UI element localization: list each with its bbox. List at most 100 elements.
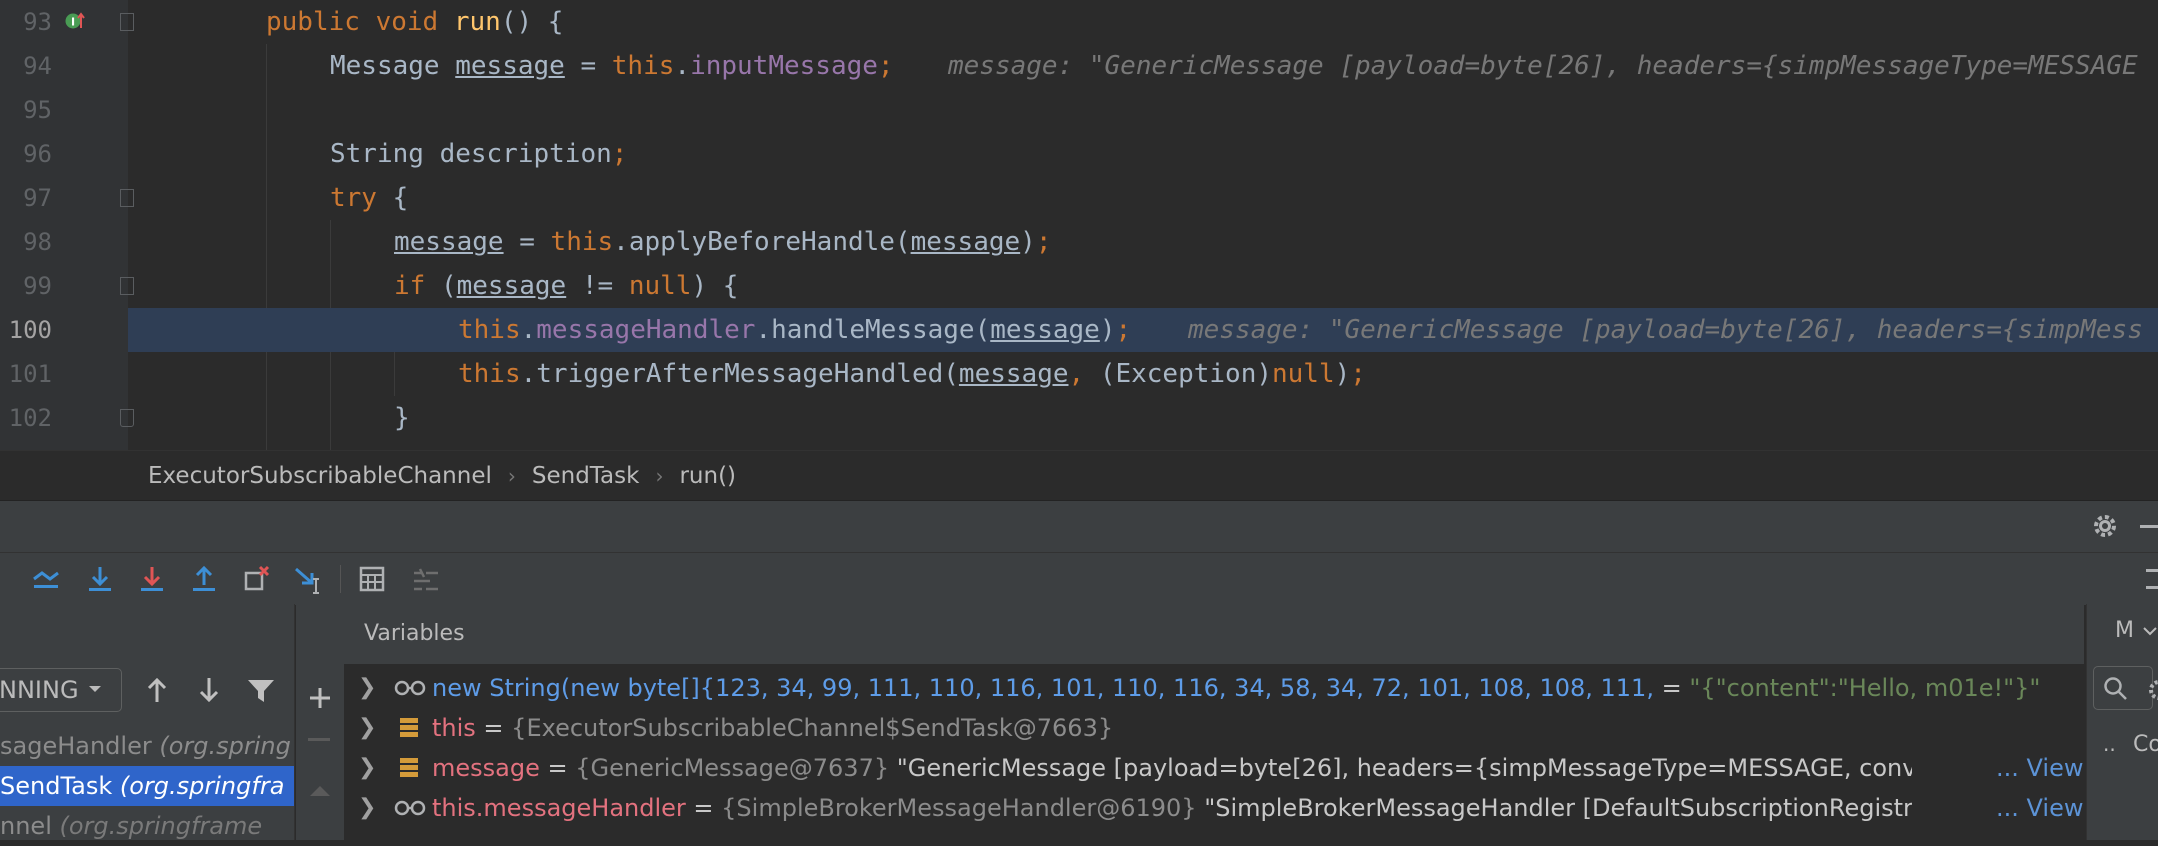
breadcrumb-separator: › [507,463,516,488]
variable: message [958,359,1069,389]
variable-row[interactable]: ❯ message = {GenericMessage@7637} "Gener… [344,748,2084,788]
search-input[interactable] [2093,666,2153,710]
fold-marker-icon[interactable] [120,277,134,295]
code-line-99[interactable]: 99 if (message != null) { [0,264,2158,308]
variable-reference: {GenericMessage@7637} [575,754,897,782]
frame-row[interactable]: sageHandler (org.spring [0,726,294,766]
layout-icon[interactable] [2146,569,2158,589]
code-line-98[interactable]: 98 message = this.applyBeforeHandle(mess… [0,220,2158,264]
drop-frame-icon[interactable] [240,563,272,595]
field-name: inputMessage [690,51,878,81]
step-over-icon[interactable] [84,563,116,595]
filter-icon[interactable] [246,678,276,708]
code-line-102[interactable]: 102 } [0,396,2158,440]
minimize-icon[interactable] [2140,525,2158,528]
code-text: . [674,51,691,81]
expand-arrow-icon[interactable]: ❯ [358,748,376,788]
frame-package: (org.spring [159,732,291,760]
variable-reference: {SimpleBrokerMessageHandler@6190} [721,794,1205,822]
trace-stream-icon[interactable] [410,563,442,595]
memory-tab[interactable]: M [2115,618,2134,643]
watch-glasses-icon [394,668,426,708]
code-text: ; [611,139,628,169]
line-number: 96 [23,140,52,168]
line-number: 97 [23,184,52,212]
line-number: 93 [23,8,52,36]
keyword: if [394,271,426,301]
step-out-icon[interactable] [188,563,220,595]
add-watch-icon[interactable] [308,686,332,714]
run-to-cursor-icon[interactable] [292,563,324,595]
move-up-icon[interactable] [308,782,332,802]
thread-state: NNING [0,676,79,704]
fold-marker-icon[interactable] [120,189,134,207]
variable-value: {ExecutorSubscribableChannel$SendTask@76… [511,714,1114,742]
fold-marker-icon[interactable] [120,409,134,427]
variable: message [394,227,504,257]
gear-icon[interactable] [2090,511,2120,541]
chevron-down-icon[interactable] [2141,622,2158,644]
variable-row[interactable]: ❯ this = {ExecutorSubscribableChannel$Se… [344,708,2084,748]
line-number: 101 [8,360,52,388]
code-text: = [564,51,612,81]
step-into-icon[interactable] [136,563,168,595]
variable: message [990,315,1100,345]
code-line-100-current[interactable]: 100 this.messageHandler.handleMessage(me… [0,308,2158,352]
code-text: ( [425,271,457,301]
code-line-95[interactable]: 95 [0,88,2158,132]
code-editor[interactable]: 93 I public void run() { 94 Message mess… [0,0,2158,450]
code-text: ; [1035,227,1052,257]
fold-marker-icon[interactable] [120,13,134,31]
expand-arrow-icon[interactable]: ❯ [358,668,376,708]
variable-row[interactable]: ❯ this.messageHandler = {SimpleBrokerMes… [344,788,2084,828]
frame-package: (org.springframe [59,812,263,840]
view-link[interactable]: ... View [1996,788,2084,828]
view-link[interactable]: ... View [1996,748,2084,788]
expand-arrow-icon[interactable]: ❯ [358,708,376,748]
code-text: != [566,271,629,301]
code-line-94[interactable]: 94 Message message = this.inputMessage; … [0,44,2158,88]
frame-row[interactable]: nnel (org.springframe [0,806,294,846]
column-label: Co [2133,732,2158,757]
memory-panel: M .. Co [2086,604,2158,840]
breadcrumb-item-method[interactable]: run() [679,463,736,489]
code-text: (Exception) [1099,359,1272,389]
previous-frame-icon[interactable] [144,676,170,708]
thread-selector[interactable]: NNING [0,668,122,712]
show-execution-point-icon[interactable] [30,563,62,595]
code-line-93[interactable]: 93 I public void run() { [0,0,2158,44]
frame-package: (org.springfra [119,772,285,800]
breadcrumb: ExecutorSubscribableChannel › SendTask ›… [0,450,2158,500]
breadcrumb-item-class[interactable]: ExecutorSubscribableChannel [148,463,492,489]
breadcrumb-separator: › [655,463,664,488]
breadcrumb-item-inner-class[interactable]: SendTask [532,463,640,489]
code-text: ; [1115,315,1132,345]
overflow-dots[interactable]: .. [2103,732,2116,756]
frame-method: sageHandler [0,732,160,760]
expand-arrow-icon[interactable]: ❯ [358,788,376,828]
frame-row-selected[interactable]: SendTask (org.springfra [0,766,294,806]
code-text: String description [330,139,612,169]
code-line-97[interactable]: 97 try { [0,176,2158,220]
variable-row[interactable]: ❯ new String(new byte[]{123, 34, 99, 111… [344,668,2084,708]
evaluate-expression-icon[interactable] [356,563,388,595]
equals-sign: = [685,794,722,822]
code-line-96[interactable]: 96 String description; [0,132,2158,176]
variable: message [455,51,565,81]
variable: message [456,271,567,301]
remove-watch-icon[interactable] [308,738,330,741]
keyword: this [550,227,614,257]
keyword: null [1272,359,1335,389]
gear-icon[interactable] [2147,678,2158,706]
code-line-101[interactable]: 101 this.triggerAfterMessageHandled(mess… [0,352,2158,396]
line-number: 94 [23,52,52,80]
breakpoint-implements-icon[interactable]: I [64,10,86,32]
frame-method: SendTask [0,772,120,800]
panel-title: Variables [364,621,465,646]
variable-name: message [432,754,540,782]
field-name: messageHandler [536,315,756,345]
search-icon [2102,675,2128,705]
debug-toolbar [0,552,2158,606]
line-number: 102 [8,404,52,432]
next-frame-icon[interactable] [196,676,222,708]
